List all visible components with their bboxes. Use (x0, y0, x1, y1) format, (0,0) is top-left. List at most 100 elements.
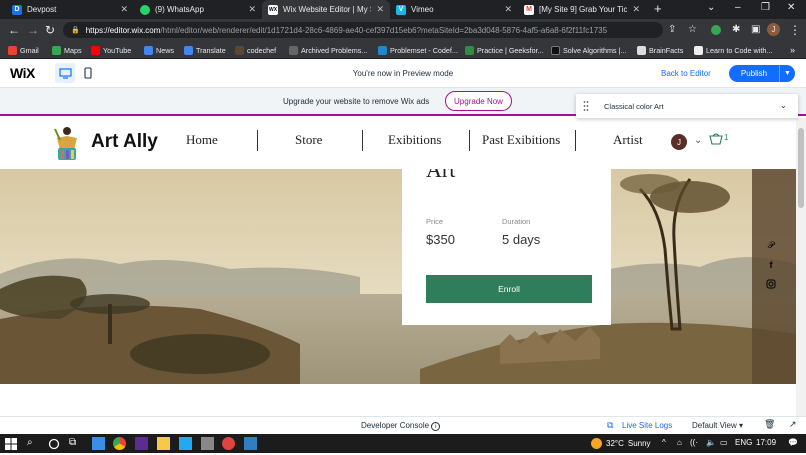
file-explorer-icon[interactable] (157, 437, 170, 450)
chevron-down-icon[interactable]: ▼ (779, 65, 795, 82)
facebook-icon[interactable]: f (766, 260, 776, 270)
tab-whatsapp[interactable]: (9) WhatsApp ✕ (134, 0, 262, 19)
network-icon[interactable]: ⌂ (677, 438, 682, 447)
tab-gmail[interactable]: M [My Site 9] Grab Your Ticket ✕ (518, 0, 646, 19)
site-theme-dropdown[interactable]: Classical color Art ⌄ (576, 94, 798, 118)
more-bookmarks-icon[interactable]: » (790, 44, 795, 56)
back-arrow-icon[interactable]: ← (8, 23, 20, 37)
close-tab-icon[interactable]: ✕ (376, 4, 384, 15)
vscode-icon[interactable] (179, 437, 192, 450)
bookmark-youtube[interactable]: YouTube (91, 44, 131, 56)
bookmark-translate[interactable]: Translate (184, 44, 226, 56)
live-site-logs-link[interactable]: Live Site Logs (622, 421, 672, 430)
devpost-icon: D (12, 4, 22, 15)
default-view-dropdown[interactable]: Default View ▾ (692, 421, 743, 430)
bookmark-geeksforgeeks[interactable]: Practice | Geeksfor... (465, 44, 544, 56)
weather-widget[interactable]: 32°C Sunny (591, 438, 651, 449)
tab-wix-editor[interactable]: WX Wix Website Editor | My Site ✕ (262, 0, 390, 19)
pinterest-icon[interactable]: 𝒫 (766, 240, 776, 250)
tab-search-chevron-icon[interactable]: ⌄ (707, 2, 715, 13)
drag-handle-icon[interactable] (583, 100, 589, 112)
developer-console-toggle[interactable]: Developer Console i (361, 421, 441, 431)
tray-chevron-icon[interactable]: ^ (662, 438, 666, 447)
brainfacts-icon (637, 45, 646, 55)
task-view-icon[interactable]: ⧉ (69, 437, 82, 450)
close-tab-icon[interactable]: ✕ (504, 4, 512, 15)
bookmark-archived-problems[interactable]: Archived Problems... (289, 44, 367, 56)
external-link-icon[interactable]: ⧉ (607, 420, 613, 431)
page-scrollbar[interactable] (796, 118, 806, 416)
info-icon[interactable]: i (431, 422, 441, 431)
new-tab-button[interactable]: + (654, 1, 662, 16)
address-bar[interactable]: 🔒 https://editor.wix.com/html/editor/web… (63, 22, 663, 38)
forward-arrow-icon[interactable]: → (27, 23, 39, 37)
duration-label: Duration (502, 217, 531, 226)
nav-exibitions[interactable]: Exibitions (388, 132, 441, 148)
windows-start-icon[interactable] (5, 437, 18, 450)
app-icon[interactable] (135, 437, 148, 450)
hackerrank-icon (551, 45, 560, 55)
language-indicator[interactable]: ENG (735, 438, 752, 447)
side-panel-icon[interactable]: ▣ (751, 23, 760, 37)
tab-devpost[interactable]: D Devpost ✕ (6, 0, 134, 19)
chevron-down-icon[interactable]: ⌄ (780, 101, 787, 110)
upgrade-now-button[interactable]: Upgrade Now (445, 91, 512, 111)
back-to-editor-link[interactable]: Back to Editor (661, 69, 711, 78)
scroll-thumb[interactable] (798, 128, 804, 208)
bookmark-star-icon[interactable]: ☆ (688, 23, 697, 37)
close-tab-icon[interactable]: ✕ (120, 4, 128, 15)
member-avatar[interactable]: J (671, 134, 687, 150)
cart-icon[interactable] (709, 132, 723, 150)
nav-store[interactable]: Store (295, 132, 322, 148)
chrome-icon[interactable] (113, 437, 126, 450)
bookmark-news[interactable]: News (144, 44, 174, 56)
translate-icon (184, 45, 193, 55)
lock-icon[interactable]: 🔒 (71, 26, 80, 34)
close-tab-icon[interactable]: ✕ (632, 4, 640, 15)
cortana-icon[interactable] (48, 437, 61, 450)
chrome-menu-icon[interactable]: ⋮ (789, 23, 801, 37)
profile-avatar[interactable]: J (767, 23, 780, 36)
nav-divider (469, 130, 470, 151)
bookmark-codeforces[interactable]: Problemset - Codef... (378, 44, 458, 56)
tab-title: Devpost (27, 5, 57, 14)
maximize-icon[interactable]: ❐ (761, 2, 770, 13)
enroll-button[interactable]: Enroll (426, 275, 592, 303)
battery-icon[interactable]: ▭ (720, 438, 728, 447)
app-icon[interactable] (201, 437, 214, 450)
nav-artist[interactable]: Artist (613, 132, 643, 148)
share-icon[interactable]: ⇪ (668, 23, 676, 37)
close-tab-icon[interactable]: ✕ (248, 4, 256, 15)
mail-icon[interactable] (92, 437, 105, 450)
clock[interactable]: 17:09 (756, 438, 776, 447)
bookmark-maps[interactable]: Maps (52, 44, 82, 56)
url-path: /html/editor/web/renderer/edit/1d1721d4-… (160, 25, 608, 35)
reload-icon[interactable]: ↻ (45, 23, 55, 37)
art-ally-logo (54, 127, 77, 160)
close-window-icon[interactable]: ✕ (787, 2, 795, 13)
tab-vimeo[interactable]: V Vimeo ✕ (390, 0, 518, 19)
bookmark-brainfacts[interactable]: BrainFacts (637, 44, 683, 56)
bookmark-gmail[interactable]: Gmail (8, 44, 39, 56)
expand-icon[interactable]: ↗ (789, 419, 797, 430)
instagram-icon[interactable] (766, 279, 776, 289)
trash-icon[interactable]: 🗑 (764, 419, 775, 430)
volume-icon[interactable]: 🔈 (706, 438, 716, 447)
minimize-icon[interactable]: – (735, 2, 741, 13)
site-title[interactable]: Art Ally (91, 131, 158, 153)
publish-button[interactable]: Publish ▼ (729, 65, 795, 82)
wifi-icon[interactable]: ((· (690, 438, 698, 447)
notification-icon[interactable]: 💬 (788, 438, 798, 447)
bookmark-learn-to-code[interactable]: Learn to Code with... (694, 44, 772, 56)
app-icon[interactable] (244, 437, 257, 450)
extension-icon[interactable] (711, 25, 721, 35)
bookmark-hackerrank[interactable]: Solve Algorithms |... (551, 44, 626, 56)
extensions-puzzle-icon[interactable]: ✱ (732, 23, 740, 37)
chevron-down-icon[interactable]: ⌄ (694, 135, 702, 146)
search-icon[interactable]: ⌕ (27, 437, 40, 450)
nav-home[interactable]: Home (186, 132, 218, 148)
nav-past-exibitions[interactable]: Past Exibitions (482, 132, 560, 148)
bookmark-codechef[interactable]: codechef (235, 44, 276, 56)
youtube-icon (91, 45, 100, 55)
app-icon[interactable] (222, 437, 235, 450)
